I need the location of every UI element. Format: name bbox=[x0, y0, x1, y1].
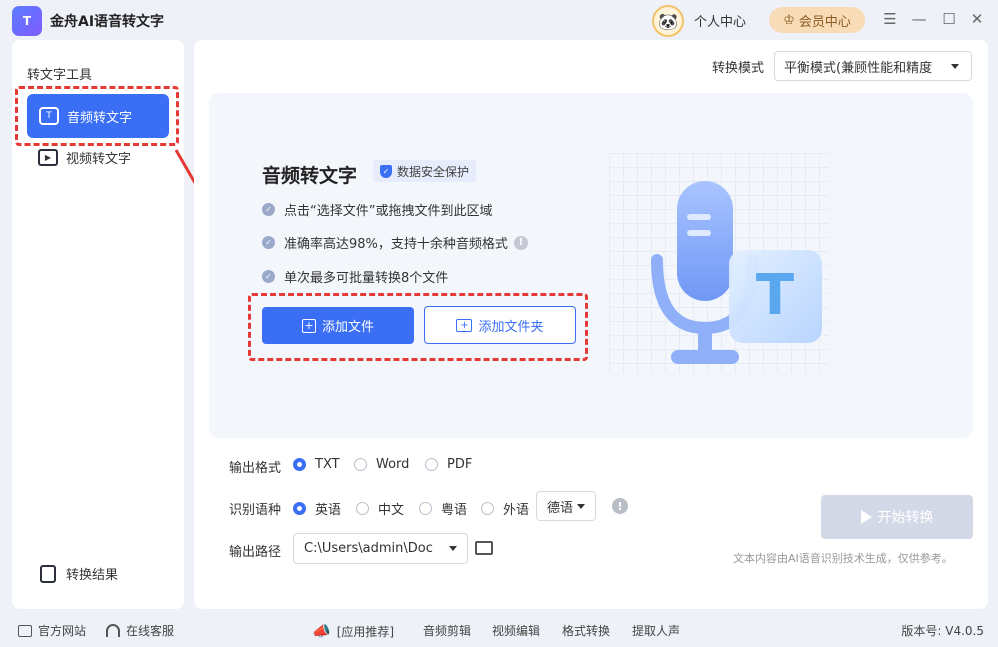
badge-label: 数据安全保护 bbox=[397, 164, 470, 179]
feature-text: 点击“选择文件”或拖拽文件到此区域 bbox=[284, 204, 493, 219]
footer-link-label: 提取人声 bbox=[632, 624, 681, 638]
play-icon bbox=[860, 510, 872, 524]
version-label: 版本号: V4.0.5 bbox=[901, 624, 984, 638]
conversion-mode-value: 平衡模式(兼顾性能和精度 bbox=[784, 60, 933, 76]
chevron-down-icon bbox=[449, 546, 457, 551]
format-radio-pdf[interactable]: PDF bbox=[425, 457, 472, 472]
official-site-label: 官方网站 bbox=[38, 624, 87, 638]
app-logo-icon: T bbox=[12, 6, 42, 36]
footer-link-format-convert[interactable]: 格式转换 bbox=[562, 622, 610, 639]
footer-link-video-edit[interactable]: 视频编辑 bbox=[492, 622, 540, 639]
foreign-language-select[interactable]: 德语 bbox=[536, 491, 596, 521]
radio-icon bbox=[354, 458, 367, 471]
feature-text: 单次最多可批量转换8个文件 bbox=[284, 271, 449, 286]
radio-label: 外语 bbox=[503, 503, 530, 518]
footer-link-extract-vocals[interactable]: 提取人声 bbox=[632, 622, 680, 639]
footer-link-audio-edit[interactable]: 音频剪辑 bbox=[423, 622, 471, 639]
radio-icon bbox=[356, 502, 369, 515]
start-convert-button[interactable]: 开始转换 bbox=[821, 495, 973, 539]
radio-icon bbox=[425, 458, 438, 471]
official-site-link[interactable]: 官方网站 bbox=[18, 622, 86, 639]
annotation-dashed-box bbox=[15, 86, 179, 146]
disclaimer-text: 文本内容由AI语音识别技术生成，仅供参考。 bbox=[733, 552, 953, 565]
radio-label: 中文 bbox=[378, 503, 405, 518]
sidebar-heading: 转文字工具 bbox=[27, 68, 93, 83]
close-icon[interactable]: ✕ bbox=[968, 10, 986, 28]
megaphone-icon: 📣 bbox=[312, 622, 331, 640]
output-path-value: C:\Users\admin\Doc bbox=[304, 541, 433, 556]
radio-label: 粤语 bbox=[441, 503, 468, 518]
radio-icon bbox=[481, 502, 494, 515]
radio-icon bbox=[419, 502, 432, 515]
personal-center-link[interactable]: 个人中心 bbox=[694, 11, 746, 30]
document-icon bbox=[40, 564, 56, 583]
sidebar-item-video-to-text[interactable]: ▶ 视频转文字 bbox=[38, 148, 131, 167]
check-icon: ✓ bbox=[262, 236, 275, 249]
format-radio-txt[interactable]: TXT bbox=[293, 457, 340, 472]
folder-open-icon[interactable] bbox=[475, 541, 493, 555]
info-icon[interactable]: ! bbox=[513, 235, 528, 250]
radio-icon bbox=[293, 502, 306, 515]
headset-icon bbox=[106, 624, 120, 637]
video-text-icon: ▶ bbox=[38, 149, 58, 166]
radio-label: 英语 bbox=[315, 503, 342, 518]
online-service-label: 在线客服 bbox=[126, 624, 175, 638]
shield-icon: ✓ bbox=[380, 164, 392, 178]
online-service-link[interactable]: 在线客服 bbox=[106, 622, 174, 639]
language-radio-foreign[interactable]: 外语 bbox=[481, 499, 529, 518]
vip-center-label: 会员中心 bbox=[798, 14, 851, 30]
monitor-icon bbox=[18, 624, 32, 637]
conversion-mode-select[interactable]: 平衡模式(兼顾性能和精度 bbox=[774, 51, 972, 81]
language-radio-chinese[interactable]: 中文 bbox=[356, 499, 404, 518]
info-icon[interactable]: ! bbox=[612, 498, 628, 514]
sidebar-item-label: 转换结果 bbox=[66, 568, 119, 583]
output-path-label: 输出路径 bbox=[229, 545, 282, 560]
dropzone-title: 音频转文字 bbox=[262, 165, 358, 187]
footer-link-label: 格式转换 bbox=[562, 624, 611, 638]
maximize-icon[interactable]: ☐ bbox=[940, 10, 958, 28]
data-security-badge: ✓ 数据安全保护 bbox=[373, 160, 477, 182]
recommend-label: [应用推荐] bbox=[336, 624, 395, 639]
chevron-down-icon bbox=[951, 64, 959, 69]
microphone-illustration-icon: T bbox=[651, 181, 822, 364]
feature-item: ✓ 准确率高达98%，支持十余种音频格式 ! bbox=[262, 233, 528, 252]
avatar[interactable]: 🐼 bbox=[652, 5, 684, 37]
feature-text: 准确率高达98%，支持十余种音频格式 bbox=[284, 237, 508, 252]
feature-item: ✓ 点击“选择文件”或拖拽文件到此区域 bbox=[262, 200, 492, 219]
radio-label: TXT bbox=[315, 457, 340, 472]
language-radio-english[interactable]: 英语 bbox=[293, 499, 341, 518]
conversion-mode-label: 转换模式 bbox=[712, 61, 765, 76]
start-convert-label: 开始转换 bbox=[877, 510, 934, 526]
vip-center-button[interactable]: ♔ 会员中心 bbox=[769, 7, 865, 33]
sidebar-item-label: 视频转文字 bbox=[66, 152, 132, 167]
foreign-language-value: 德语 bbox=[547, 500, 574, 516]
sidebar-item-results[interactable]: 转换结果 bbox=[40, 564, 118, 583]
footer-link-label: 音频剪辑 bbox=[423, 624, 472, 638]
language-label: 识别语种 bbox=[229, 503, 282, 518]
app-title: 金舟AI语音转文字 bbox=[50, 14, 165, 30]
feature-item: ✓ 单次最多可批量转换8个文件 bbox=[262, 267, 448, 286]
annotation-dashed-box bbox=[248, 293, 588, 361]
output-format-label: 输出格式 bbox=[229, 461, 282, 476]
format-radio-word[interactable]: Word bbox=[354, 457, 409, 472]
radio-label: PDF bbox=[447, 457, 473, 472]
file-drop-zone[interactable]: T 音频转文字 ✓ 数据安全保护 ✓ 点击“选择文件”或拖拽文件到此区域 ✓ 准… bbox=[209, 93, 973, 438]
footer: 官方网站 在线客服 📣 [应用推荐] 音频剪辑 视频编辑 格式转换 提取人声 版… bbox=[0, 615, 998, 647]
menu-icon[interactable]: ☰ bbox=[881, 10, 899, 28]
minimize-icon[interactable]: — bbox=[910, 10, 928, 28]
footer-link-label: 视频编辑 bbox=[492, 624, 541, 638]
title-bar: T 金舟AI语音转文字 🐼 个人中心 ♔ 会员中心 ☰ — ☐ ✕ bbox=[0, 0, 998, 40]
chevron-down-icon bbox=[577, 504, 585, 509]
radio-label: Word bbox=[376, 457, 410, 472]
app-recommend: 📣 [应用推荐] bbox=[312, 622, 394, 640]
output-path-select[interactable]: C:\Users\admin\Doc bbox=[293, 533, 468, 564]
language-radio-cantonese[interactable]: 粤语 bbox=[419, 499, 467, 518]
crown-icon: ♔ bbox=[783, 12, 795, 28]
radio-icon bbox=[293, 458, 306, 471]
check-icon: ✓ bbox=[262, 203, 275, 216]
illustration-letter: T bbox=[756, 263, 794, 328]
check-icon: ✓ bbox=[262, 270, 275, 283]
